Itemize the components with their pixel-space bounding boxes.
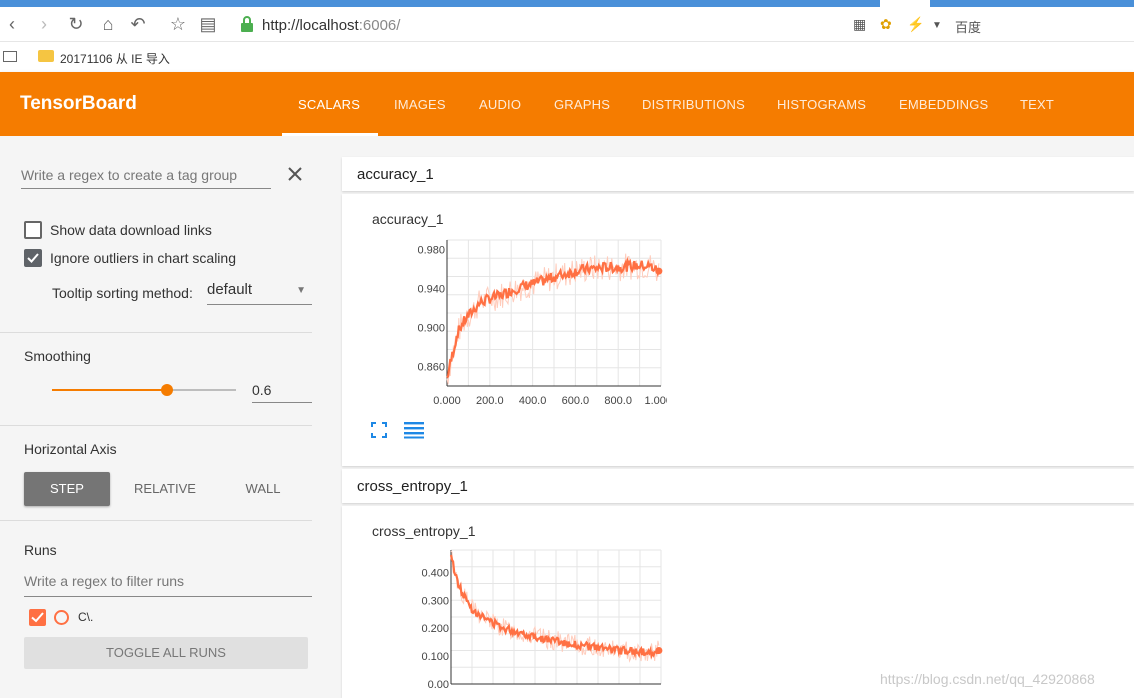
show-download-label: Show data download links xyxy=(50,222,212,238)
search-engine-field[interactable]: 百度 xyxy=(955,17,981,36)
series-line xyxy=(446,257,660,379)
reader-icon[interactable]: ▤ xyxy=(198,14,218,34)
tab-text[interactable]: TEXT xyxy=(1020,97,1054,112)
x-tick-label: 600.0 xyxy=(562,395,590,407)
card-title: cross_entropy_1 xyxy=(357,478,468,495)
url-field[interactable]: http://localhost:6006/ xyxy=(262,17,400,34)
app-title: TensorBoard xyxy=(20,93,137,114)
y-tick-label: 0.980 xyxy=(417,245,445,257)
address-bar: ‹ › ↻ ⌂ ↶ ☆ ▤ http://localhost:6006/ ▦ ✿… xyxy=(0,8,1134,42)
lightning-icon[interactable]: ⚡ xyxy=(907,16,924,33)
tab-audio[interactable]: AUDIO xyxy=(479,97,521,112)
runs-title: Runs xyxy=(24,542,57,558)
card-header-accuracy[interactable]: accuracy_1 xyxy=(342,157,1134,191)
divider xyxy=(0,425,312,426)
y-tick-label: 0.00 xyxy=(428,679,449,691)
run-name: C\. xyxy=(78,610,94,624)
tooltip-sorting-value: default xyxy=(207,281,253,298)
forward-icon[interactable]: › xyxy=(34,14,54,34)
chart-title: cross_entropy_1 xyxy=(372,523,476,539)
tab-graphs[interactable]: GRAPHS xyxy=(554,97,610,112)
smoothing-slider-knob[interactable] xyxy=(161,384,173,396)
tab-strip xyxy=(0,0,1134,8)
series-line xyxy=(449,554,660,660)
url-host: http://localhost xyxy=(262,17,359,34)
run-color-icon xyxy=(54,610,69,625)
tab-images[interactable]: IMAGES xyxy=(394,97,446,112)
qr-icon[interactable]: ▦ xyxy=(853,16,866,33)
smoothing-title: Smoothing xyxy=(24,348,91,364)
tab-embeddings[interactable]: EMBEDDINGS xyxy=(899,97,988,112)
y-tick-label: 0.900 xyxy=(417,323,445,335)
cross-entropy-chart[interactable]: 0.400 0.300 0.200 0.100 0.00 xyxy=(372,546,667,698)
folder-icon xyxy=(38,50,54,62)
tooltip-sorting-select[interactable]: default ▼ xyxy=(207,281,312,305)
y-tick-label: 0.200 xyxy=(421,623,449,635)
sidebar xyxy=(0,136,330,698)
sidebar-toggle-icon[interactable] xyxy=(3,51,17,62)
divider xyxy=(0,332,312,333)
y-tick-label: 0.100 xyxy=(421,651,449,663)
chevron-down-icon: ▼ xyxy=(296,285,306,296)
y-tick-label: 0.300 xyxy=(421,595,449,607)
chart-title: accuracy_1 xyxy=(372,211,444,227)
tab-scalars[interactable]: SCALARS xyxy=(298,97,360,112)
fullscreen-icon[interactable] xyxy=(371,422,387,438)
tab-distributions[interactable]: DISTRIBUTIONS xyxy=(642,97,745,112)
x-tick-label: 1.000k xyxy=(644,395,667,407)
x-tick-label: 800.0 xyxy=(604,395,632,407)
y-tick-label: 0.400 xyxy=(421,567,449,579)
data-list-icon[interactable] xyxy=(404,421,424,439)
back-icon[interactable]: ‹ xyxy=(2,14,22,34)
bookmark-folder[interactable]: 20171106 从 IE 导入 xyxy=(60,50,170,67)
smoothing-value-input[interactable]: 0.6 xyxy=(252,379,312,403)
raw-series-line xyxy=(446,253,660,385)
axis-step-button[interactable]: STEP xyxy=(24,472,110,506)
series-endpoint xyxy=(655,267,663,275)
axis-wall-button[interactable]: WALL xyxy=(220,472,306,506)
smoothing-slider-fill xyxy=(52,389,162,391)
toggle-all-runs-button[interactable]: TOGGLE ALL RUNS xyxy=(24,637,308,669)
bee-icon[interactable]: ✿ xyxy=(880,16,892,33)
tooltip-sorting-label: Tooltip sorting method: xyxy=(52,285,193,301)
app-header: TensorBoard SCALARS IMAGES AUDIO GRAPHS … xyxy=(0,72,1134,136)
close-icon[interactable] xyxy=(285,164,305,184)
series-endpoint xyxy=(655,647,663,654)
x-tick-label: 200.0 xyxy=(476,395,504,407)
check-icon xyxy=(31,612,44,623)
star-icon[interactable]: ☆ xyxy=(168,14,188,34)
bookmark-bar: 20171106 从 IE 导入 xyxy=(0,43,1134,72)
home-icon[interactable]: ⌂ xyxy=(98,14,118,34)
lock-icon xyxy=(241,16,253,32)
x-tick-label: 0.000 xyxy=(433,395,461,407)
tag-regex-input[interactable]: Write a regex to create a tag group xyxy=(21,165,271,189)
run-checkbox[interactable] xyxy=(29,609,46,626)
raw-series-line xyxy=(450,550,660,663)
x-tick-label: 400.0 xyxy=(519,395,547,407)
show-download-checkbox[interactable] xyxy=(24,221,42,239)
runs-filter-input[interactable]: Write a regex to filter runs xyxy=(24,573,312,597)
divider xyxy=(0,520,312,521)
ignore-outliers-checkbox[interactable] xyxy=(24,249,42,267)
url-rest: :6006/ xyxy=(358,17,401,34)
horizontal-axis-title: Horizontal Axis xyxy=(24,441,117,457)
accuracy-chart[interactable]: 0.980 0.940 0.900 0.860 0.000 200.0 400.0 600.0… xyxy=(372,234,667,414)
card-header-cross-entropy[interactable]: cross_entropy_1 xyxy=(342,469,1134,503)
reload-icon[interactable]: ↻ xyxy=(66,14,86,34)
card-title: accuracy_1 xyxy=(357,166,434,183)
ignore-outliers-label: Ignore outliers in chart scaling xyxy=(50,250,236,266)
check-icon xyxy=(27,253,39,263)
y-tick-label: 0.860 xyxy=(417,362,445,374)
browser-chrome: ‹ › ↻ ⌂ ↶ ☆ ▤ http://localhost:6006/ ▦ ✿… xyxy=(0,0,1134,72)
undo-icon[interactable]: ↶ xyxy=(128,14,148,34)
y-tick-label: 0.940 xyxy=(417,284,445,296)
watermark-text: https://blog.csdn.net/qq_42920868 xyxy=(880,671,1095,687)
dropdown-arrow-icon[interactable]: ▼ xyxy=(932,20,942,31)
tab-histograms[interactable]: HISTOGRAMS xyxy=(777,97,866,112)
axis-relative-button[interactable]: RELATIVE xyxy=(122,472,208,506)
